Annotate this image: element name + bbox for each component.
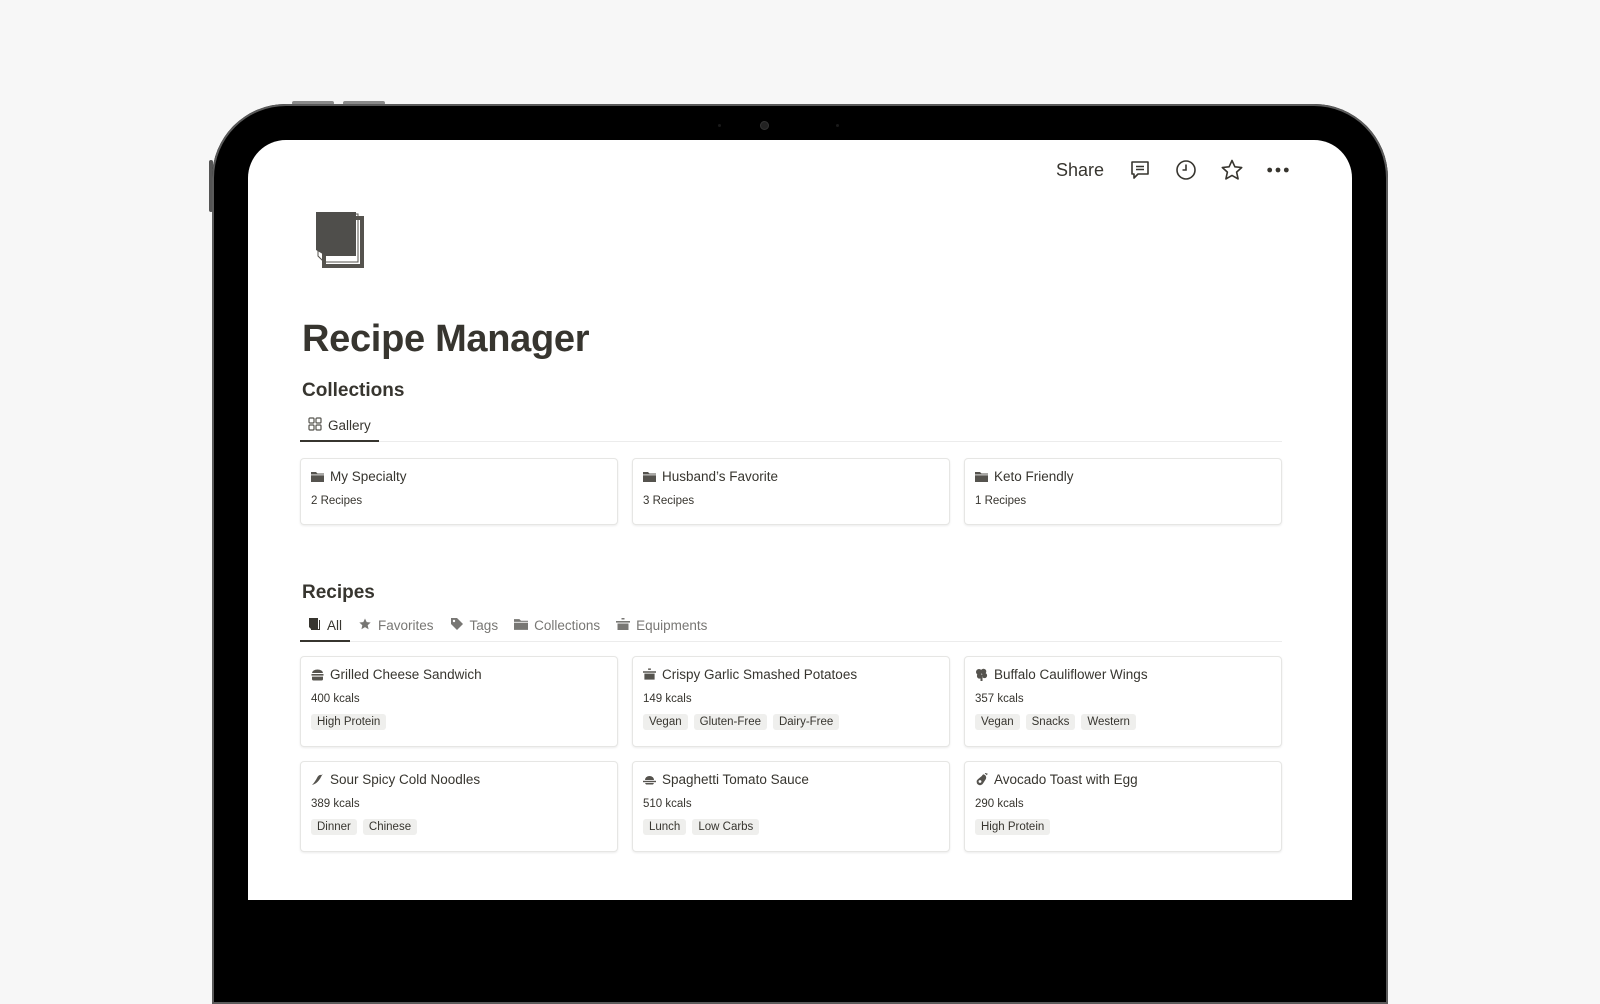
recipe-name: Grilled Cheese Sandwich bbox=[330, 667, 482, 682]
app-screen: Share Recipe Manager Collections Gallery bbox=[248, 140, 1352, 900]
recipe-tags: Vegan Gluten-Free Dairy-Free bbox=[643, 714, 939, 730]
tag-pill: High Protein bbox=[311, 714, 387, 730]
recipe-kcals: 357 kcals bbox=[975, 693, 1024, 705]
collection-card[interactable]: Husband’s Favorite 3 Recipes bbox=[632, 458, 950, 525]
tab-favorites[interactable]: Favorites bbox=[350, 610, 442, 641]
notebook-icon[interactable] bbox=[312, 210, 366, 268]
share-button[interactable]: Share bbox=[1056, 160, 1104, 181]
top-bar: Share bbox=[1056, 158, 1290, 182]
recipe-name: Avocado Toast with Egg bbox=[994, 772, 1138, 787]
tag-pill: Dairy-Free bbox=[772, 714, 840, 730]
history-clock-icon[interactable] bbox=[1174, 158, 1198, 182]
folder-icon bbox=[643, 470, 656, 483]
recipes-heading: Recipes bbox=[302, 582, 375, 603]
pot-icon bbox=[616, 617, 631, 634]
page-title: Recipe Manager bbox=[302, 318, 590, 360]
recipe-card[interactable]: Grilled Cheese Sandwich 400 kcals High P… bbox=[300, 656, 618, 747]
dish-icon bbox=[643, 773, 656, 786]
tab-tags[interactable]: Tags bbox=[442, 610, 507, 641]
recipe-tags: Vegan Snacks Western bbox=[975, 714, 1271, 730]
recipe-kcals: 510 kcals bbox=[643, 798, 692, 810]
tab-label: Collections bbox=[534, 618, 601, 633]
recipe-tags: High Protein bbox=[975, 819, 1271, 835]
star-icon bbox=[358, 617, 372, 634]
tag-pill: Vegan bbox=[975, 714, 1020, 730]
favorite-star-icon[interactable] bbox=[1220, 158, 1244, 182]
gallery-grid-icon bbox=[308, 417, 322, 434]
recipe-name: Spaghetti Tomato Sauce bbox=[662, 772, 809, 787]
recipes-gallery: Grilled Cheese Sandwich 400 kcals High P… bbox=[300, 656, 1282, 852]
recipe-name: Crispy Garlic Smashed Potatoes bbox=[662, 667, 858, 682]
tab-all[interactable]: All bbox=[300, 610, 351, 642]
recipe-card[interactable]: Spaghetti Tomato Sauce 510 kcals Lunch L… bbox=[632, 761, 950, 852]
folder-icon bbox=[311, 470, 324, 483]
recipe-tags: High Protein bbox=[311, 714, 607, 730]
collection-card[interactable]: Keto Friendly 1 Recipes bbox=[964, 458, 1282, 525]
collection-name: Keto Friendly bbox=[994, 469, 1074, 484]
recipe-kcals: 290 kcals bbox=[975, 798, 1024, 810]
tag-icon bbox=[450, 617, 464, 634]
tag-pill: Snacks bbox=[1025, 714, 1076, 730]
recipe-kcals: 400 kcals bbox=[311, 693, 360, 705]
collections-heading: Collections bbox=[302, 380, 405, 401]
collection-card[interactable]: My Specialty 2 Recipes bbox=[300, 458, 618, 525]
device-sensor bbox=[718, 124, 721, 127]
pot-icon bbox=[643, 668, 656, 681]
chili-pepper-icon bbox=[311, 773, 324, 786]
tag-pill: Vegan bbox=[643, 714, 688, 730]
collection-name: Husband’s Favorite bbox=[662, 469, 779, 484]
burger-icon bbox=[311, 668, 324, 681]
recipe-kcals: 389 kcals bbox=[311, 798, 360, 810]
tag-pill: Low Carbs bbox=[692, 819, 760, 835]
tab-label: Tags bbox=[469, 618, 499, 633]
tab-label: All bbox=[327, 618, 343, 633]
avocado-icon bbox=[975, 773, 988, 786]
recipe-count: 1 Recipes bbox=[975, 495, 1027, 507]
collections-gallery: My Specialty 2 Recipes Husband’s Favorit… bbox=[300, 458, 1282, 525]
view-tab-gallery[interactable]: Gallery bbox=[300, 410, 379, 442]
recipe-kcals: 149 kcals bbox=[643, 693, 692, 705]
recipe-name: Sour Spicy Cold Noodles bbox=[330, 772, 481, 787]
recipe-card[interactable]: Avocado Toast with Egg 290 kcals High Pr… bbox=[964, 761, 1282, 852]
device-sensor bbox=[836, 124, 839, 127]
view-tab-label: Gallery bbox=[328, 418, 371, 433]
collection-name: My Specialty bbox=[330, 469, 407, 484]
tag-pill: High Protein bbox=[975, 819, 1051, 835]
folder-icon bbox=[514, 618, 529, 633]
device-camera bbox=[761, 122, 768, 129]
recipes-view-tabs: All Favorites Tags Collections Equipment… bbox=[300, 610, 1282, 642]
more-dots-icon[interactable] bbox=[1266, 158, 1290, 182]
tag-pill: Gluten-Free bbox=[693, 714, 767, 730]
folder-icon bbox=[975, 470, 988, 483]
cauliflower-icon bbox=[975, 668, 988, 681]
tab-equipments[interactable]: Equipments bbox=[608, 610, 715, 641]
tab-label: Equipments bbox=[636, 618, 708, 633]
recipe-card[interactable]: Buffalo Cauliflower Wings 357 kcals Vega… bbox=[964, 656, 1282, 747]
tag-pill: Dinner bbox=[311, 819, 357, 835]
recipe-card[interactable]: Crispy Garlic Smashed Potatoes 149 kcals… bbox=[632, 656, 950, 747]
recipe-tags: Lunch Low Carbs bbox=[643, 819, 939, 835]
recipe-name: Buffalo Cauliflower Wings bbox=[994, 667, 1148, 682]
tag-pill: Lunch bbox=[643, 819, 687, 835]
recipe-count: 2 Recipes bbox=[311, 495, 363, 507]
book-icon bbox=[308, 617, 321, 634]
tag-pill: Chinese bbox=[362, 819, 418, 835]
tag-pill: Western bbox=[1081, 714, 1136, 730]
collections-view-bar: Gallery bbox=[300, 410, 1282, 442]
tab-label: Favorites bbox=[378, 618, 434, 633]
recipe-tags: Dinner Chinese bbox=[311, 819, 607, 835]
tab-collections[interactable]: Collections bbox=[506, 610, 608, 641]
comment-icon[interactable] bbox=[1128, 158, 1152, 182]
recipe-count: 3 Recipes bbox=[643, 495, 695, 507]
recipe-card[interactable]: Sour Spicy Cold Noodles 389 kcals Dinner… bbox=[300, 761, 618, 852]
